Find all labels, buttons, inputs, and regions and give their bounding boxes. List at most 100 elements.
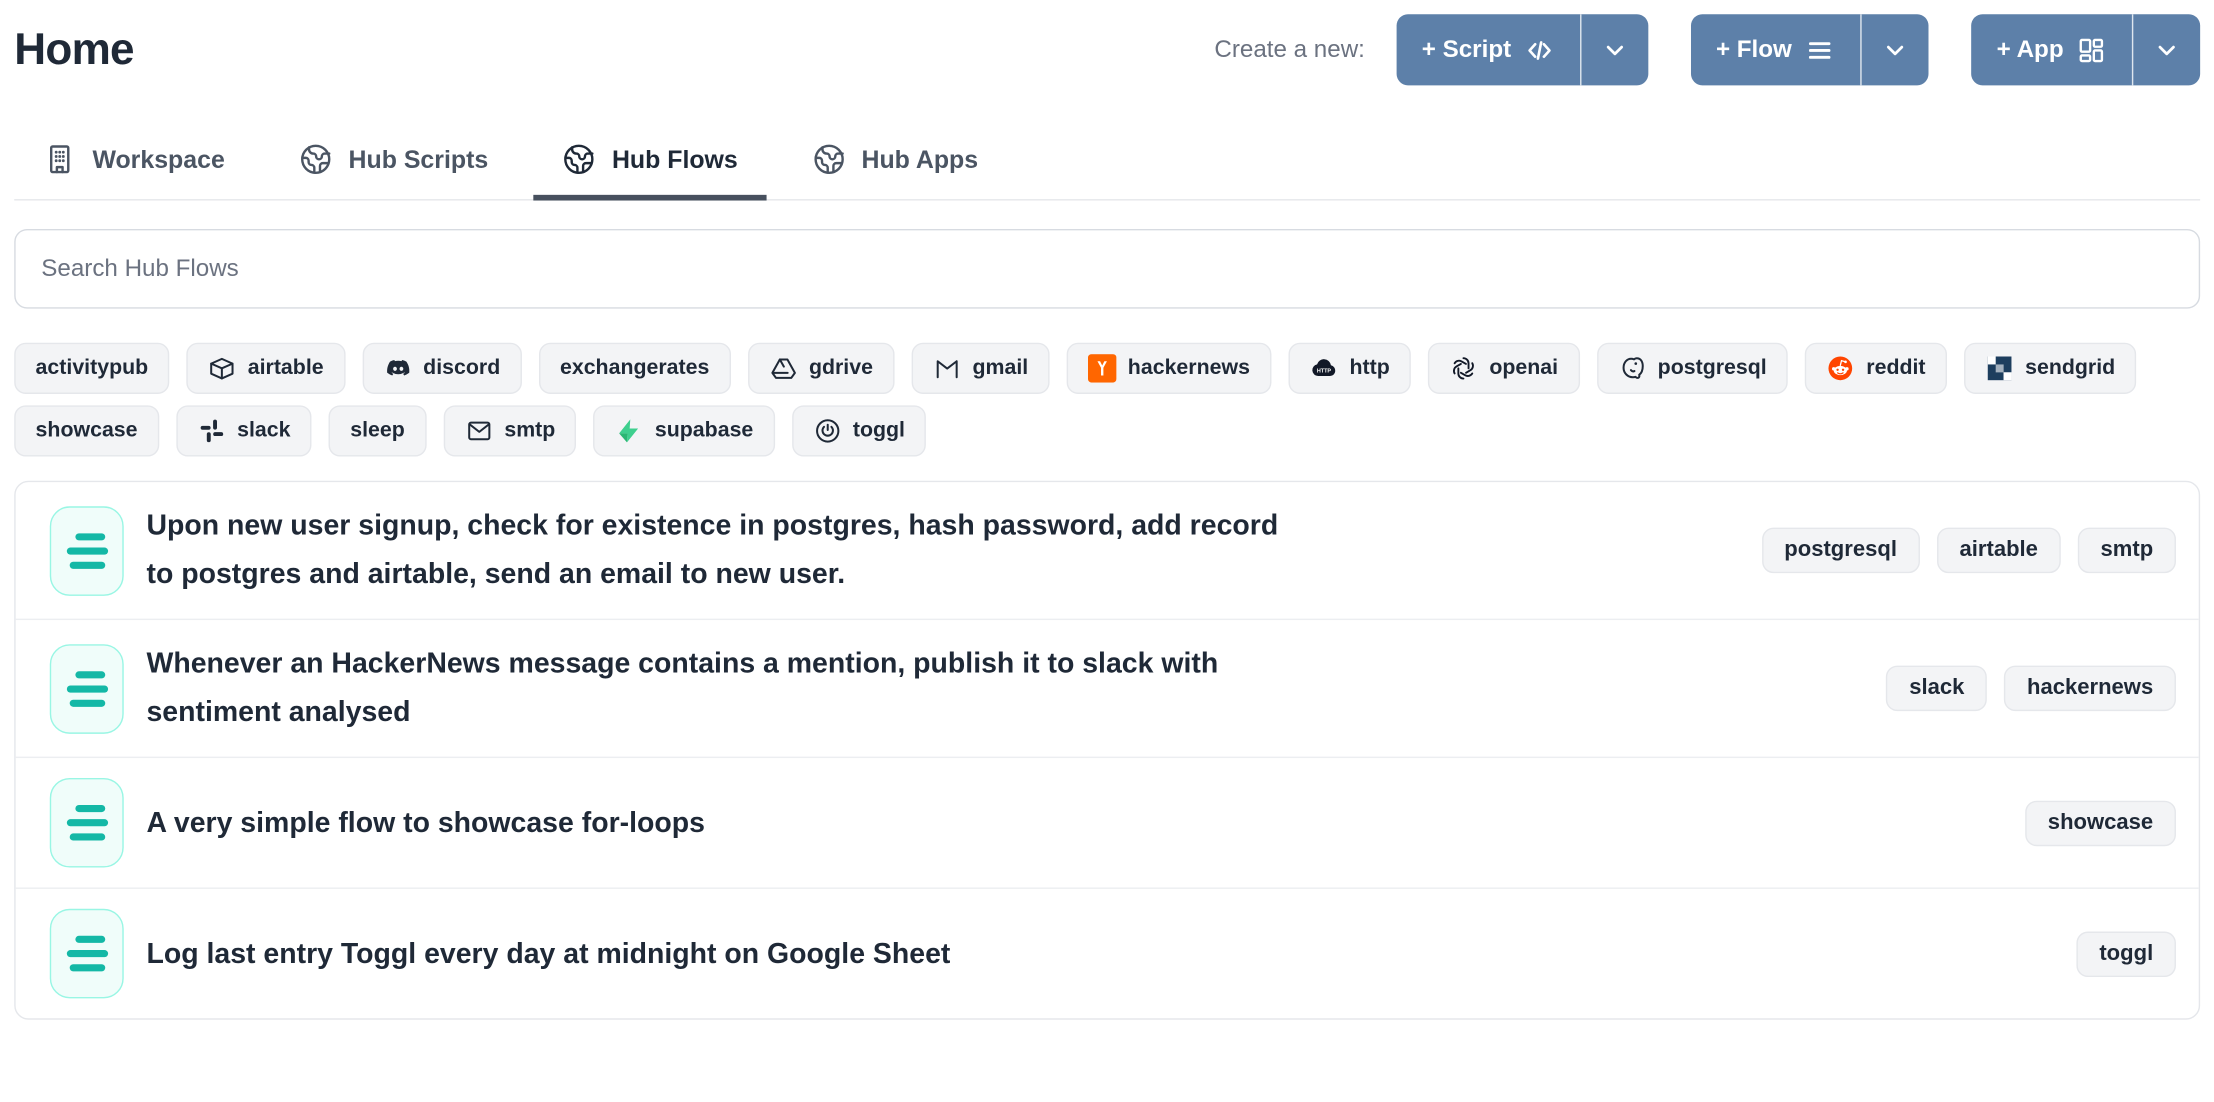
filter-chip-label: discord: [423, 354, 500, 382]
hackernews-icon: [1088, 354, 1116, 382]
tab-label: Hub Flows: [612, 144, 738, 174]
search-bar: [14, 229, 2200, 309]
smtp-icon: [465, 417, 493, 445]
page: Home Create a new: + Script + Flow + App: [0, 0, 2214, 1102]
tab-hub-flows[interactable]: Hub Flows: [534, 128, 766, 201]
filter-chip-slack[interactable]: slack: [176, 405, 312, 456]
filter-chip-supabase[interactable]: supabase: [594, 405, 775, 456]
reddit-icon: [1826, 354, 1854, 382]
chevron-down-icon: [1881, 36, 1908, 63]
flow-badges: toggl: [2077, 931, 2176, 977]
tab-hub-apps[interactable]: Hub Apps: [783, 128, 1006, 201]
dropdown-toggle[interactable]: [1862, 14, 1929, 85]
flow-badges: slack hackernews: [1886, 666, 2175, 712]
building-icon: [43, 142, 77, 176]
chevron-down-icon: [2153, 36, 2180, 63]
filter-chip-showcase[interactable]: showcase: [14, 405, 159, 456]
globe-icon: [299, 142, 333, 176]
flow-icon: [50, 778, 124, 868]
filter-chip-gmail[interactable]: gmail: [911, 343, 1049, 394]
flow-icon: [50, 644, 124, 734]
filter-chip-label: sendgrid: [2025, 354, 2115, 382]
filter-chip-label: toggl: [853, 417, 905, 445]
http-icon: HTTP: [1310, 354, 1338, 382]
filter-chip-label: gdrive: [809, 354, 873, 382]
toggl-icon: [813, 417, 841, 445]
create-button-script: + Script: [1396, 14, 1648, 85]
filter-chip-sendgrid[interactable]: sendgrid: [1964, 343, 2137, 394]
flow-list-item[interactable]: Log last entry Toggl every day at midnig…: [16, 887, 2199, 1018]
tab-bar: Workspace Hub Scripts Hub Flows Hub Apps: [14, 128, 2200, 201]
create-button-label: + Flow: [1716, 36, 1792, 64]
filter-chip-discord[interactable]: discord: [362, 343, 522, 394]
tab-hub-scripts[interactable]: Hub Scripts: [270, 128, 516, 201]
filter-chip-label: sleep: [350, 417, 405, 445]
create-new-label: Create a new:: [1214, 36, 1365, 64]
globe-icon: [562, 142, 596, 176]
search-input[interactable]: [14, 229, 2200, 309]
sendgrid-icon: [1985, 354, 2013, 382]
create-button-app: + App: [1971, 14, 2200, 85]
filter-chip-openai[interactable]: openai: [1428, 343, 1579, 394]
supabase-icon: [615, 417, 643, 445]
postgresql-icon: [1618, 354, 1646, 382]
chevron-down-icon: [1601, 36, 1628, 63]
flow-badge: hackernews: [2004, 666, 2176, 712]
flow-title: A very simple flow to showcase for-loops: [146, 799, 747, 847]
page-title: Home: [14, 24, 134, 75]
flow-badges: postgresqlairtablesmtp: [1762, 528, 2176, 574]
filter-chip-label: reddit: [1866, 354, 1925, 382]
openai-icon: [1450, 354, 1478, 382]
flow-list-item[interactable]: Whenever an HackerNews message contains …: [16, 619, 2199, 757]
filter-chip-label: exchangerates: [560, 354, 709, 382]
tab-label: Workspace: [92, 144, 224, 174]
flow-badge: showcase: [2025, 800, 2176, 846]
flow-icon: [50, 909, 124, 999]
flow-title: Whenever an HackerNews message contains …: [146, 640, 1341, 737]
flow-list-item[interactable]: A very simple flow to showcase for-loops…: [16, 757, 2199, 888]
slack-icon: [197, 417, 225, 445]
filter-chip-label: airtable: [248, 354, 324, 382]
flow-title: Log last entry Toggl every day at midnig…: [146, 929, 993, 977]
flow-badge: airtable: [1937, 528, 2061, 574]
filter-chip-label: http: [1350, 354, 1390, 382]
tab-label: Hub Scripts: [349, 144, 489, 174]
filter-chip-label: slack: [237, 417, 290, 445]
filter-chip-label: showcase: [36, 417, 138, 445]
top-bar: Home Create a new: + Script + Flow + App: [14, 14, 2200, 85]
discord-icon: [383, 354, 411, 382]
flow-badges: showcase: [2025, 800, 2176, 846]
filter-chip-sleep[interactable]: sleep: [329, 405, 426, 456]
create-button-flow: + Flow: [1690, 14, 1928, 85]
create-button-label: + Script: [1422, 36, 1511, 64]
filter-chip-airtable[interactable]: airtable: [187, 343, 345, 394]
filter-chip-smtp[interactable]: smtp: [443, 405, 576, 456]
filter-chip-postgresql[interactable]: postgresql: [1597, 343, 1789, 394]
filter-chip-toggl[interactable]: toggl: [792, 405, 927, 456]
filter-chip-activitypub[interactable]: activitypub: [14, 343, 169, 394]
filter-chip-gdrive[interactable]: gdrive: [748, 343, 895, 394]
filter-chip-label: openai: [1489, 354, 1558, 382]
globe-icon: [812, 142, 846, 176]
airtable-icon: [208, 354, 236, 382]
tab-label: Hub Apps: [861, 144, 978, 174]
filter-chip-exchangerates[interactable]: exchangerates: [539, 343, 731, 394]
flow-list-item[interactable]: Upon new user signup, check for existenc…: [16, 482, 2199, 619]
flow-icon: [50, 506, 124, 596]
filter-chip-label: postgresql: [1658, 354, 1767, 382]
dropdown-toggle[interactable]: [2133, 14, 2200, 85]
tab-workspace[interactable]: Workspace: [14, 128, 253, 201]
flow-badge: slack: [1886, 666, 1987, 712]
create-button-main[interactable]: + Flow: [1690, 14, 1861, 85]
grid-icon: [2076, 35, 2106, 65]
filter-chip-label: activitypub: [36, 354, 149, 382]
filter-chip-hackernews[interactable]: hackernews: [1067, 343, 1272, 394]
create-button-main[interactable]: + App: [1971, 14, 2133, 85]
dropdown-toggle[interactable]: [1581, 14, 1648, 85]
create-new-cluster: Create a new: + Script + Flow + App: [1214, 14, 2200, 85]
filter-chip-http[interactable]: HTTP http: [1288, 343, 1411, 394]
create-button-main[interactable]: + Script: [1396, 14, 1581, 85]
filter-chip-reddit[interactable]: reddit: [1805, 343, 1947, 394]
svg-text:HTTP: HTTP: [1317, 369, 1332, 375]
flow-badge: postgresql: [1762, 528, 1920, 574]
